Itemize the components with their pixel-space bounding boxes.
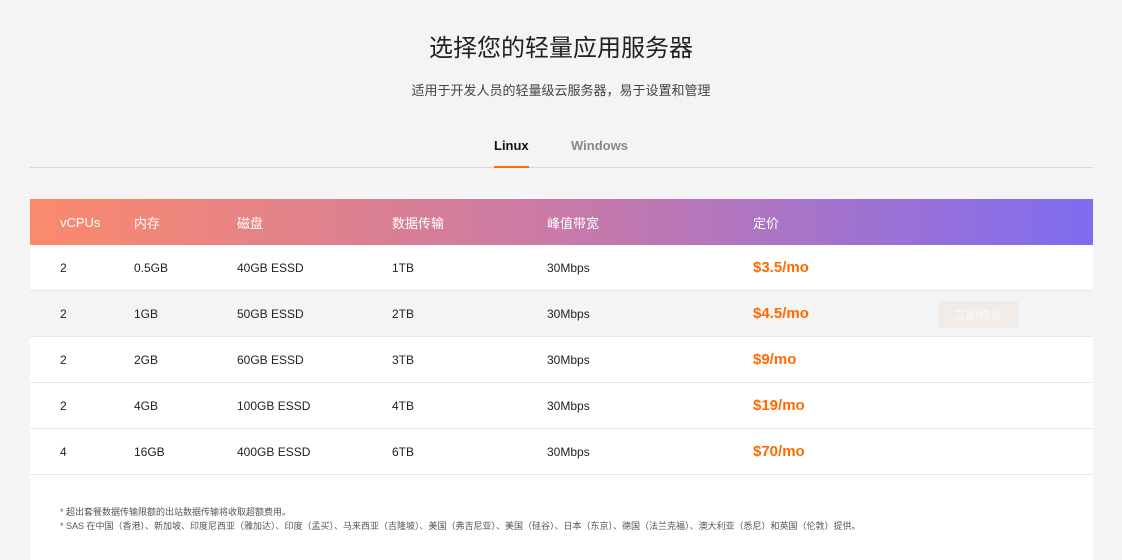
cell-bandwidth: 30Mbps bbox=[547, 306, 590, 321]
tab-linux[interactable]: Linux bbox=[494, 138, 529, 168]
cell-bandwidth: 30Mbps bbox=[547, 260, 590, 275]
cell-transfer: 2TB bbox=[392, 306, 415, 321]
cell-bandwidth: 30Mbps bbox=[547, 444, 590, 459]
cell-transfer: 3TB bbox=[392, 352, 415, 367]
cell-price: $3.5/mo bbox=[753, 259, 809, 276]
cell-transfer: 1TB bbox=[392, 260, 415, 275]
table-row: 2 0.5GB 40GB ESSD 1TB 30Mbps $3.5/mo bbox=[30, 245, 1093, 291]
cell-vcpus: 2 bbox=[60, 352, 67, 367]
cell-vcpus: 2 bbox=[60, 260, 67, 275]
cell-price: $4.5/mo bbox=[753, 305, 809, 322]
header-vcpus: vCPUs bbox=[60, 214, 101, 230]
buy-button[interactable]: 立即购买 bbox=[938, 301, 1018, 328]
cell-price: $70/mo bbox=[753, 443, 805, 460]
footnote: * 超出套餐数据传输限额的出站数据传输将收取超额费用。 bbox=[60, 507, 292, 517]
cell-disk: 400GB ESSD bbox=[237, 444, 311, 459]
header-bandwidth: 峰值带宽 bbox=[547, 215, 600, 231]
cell-memory: 4GB bbox=[134, 398, 159, 413]
table-row: 2 2GB 60GB ESSD 3TB 30Mbps $9/mo bbox=[30, 337, 1093, 383]
table-header: vCPUs 内存 磁盘 数据传输 峰值带宽 定价 bbox=[30, 199, 1093, 245]
header-memory: 内存 bbox=[134, 215, 161, 231]
page-subtitle: 适用于开发人员的轻量级云服务器，易于设置和管理 bbox=[411, 83, 711, 98]
cell-price: $9/mo bbox=[753, 351, 797, 368]
pricing-table: vCPUs 内存 磁盘 数据传输 峰值带宽 定价 2 0.5GB 40GB ESSD… bbox=[30, 199, 1093, 560]
cell-transfer: 6TB bbox=[392, 444, 415, 459]
table-row: 4 16GB 400GB ESSD 6TB 30Mbps $70/mo bbox=[30, 429, 1093, 475]
header-transfer: 数据传输 bbox=[392, 215, 445, 231]
page-title: 选择您的轻量应用服务器 bbox=[429, 35, 693, 62]
footnotes: * 超出套餐数据传输限额的出站数据传输将收取超额费用。 * SAS 在中国（香港… bbox=[30, 475, 1093, 560]
cell-bandwidth: 30Mbps bbox=[547, 352, 590, 367]
cell-price: $19/mo bbox=[753, 397, 805, 414]
cell-bandwidth: 30Mbps bbox=[547, 398, 590, 413]
cell-memory: 0.5GB bbox=[134, 260, 169, 275]
cell-disk: 60GB ESSD bbox=[237, 352, 304, 367]
header-price: 定价 bbox=[753, 215, 780, 231]
cell-vcpus: 4 bbox=[60, 444, 67, 459]
table-row: 2 1GB 50GB ESSD 2TB 30Mbps $4.5/mo 立即购买 bbox=[30, 291, 1093, 337]
cell-transfer: 4TB bbox=[392, 398, 415, 413]
tab-windows[interactable]: Windows bbox=[571, 138, 628, 153]
table-row: 2 4GB 100GB ESSD 4TB 30Mbps $19/mo bbox=[30, 383, 1093, 429]
header-disk: 磁盘 bbox=[237, 215, 264, 231]
cell-memory: 2GB bbox=[134, 352, 159, 367]
cell-vcpus: 2 bbox=[60, 398, 67, 413]
cell-memory: 1GB bbox=[134, 306, 159, 321]
cell-disk: 100GB ESSD bbox=[237, 398, 311, 413]
cell-memory: 16GB bbox=[134, 444, 165, 459]
cell-disk: 50GB ESSD bbox=[237, 306, 304, 321]
footnote: * SAS 在中国（香港）、新加坡、印度尼西亚（雅加达）、印度（孟买）、马来西亚… bbox=[60, 521, 861, 531]
cell-disk: 40GB ESSD bbox=[237, 260, 304, 275]
cell-vcpus: 2 bbox=[60, 306, 67, 321]
os-tabs: Linux Windows bbox=[30, 136, 1093, 168]
